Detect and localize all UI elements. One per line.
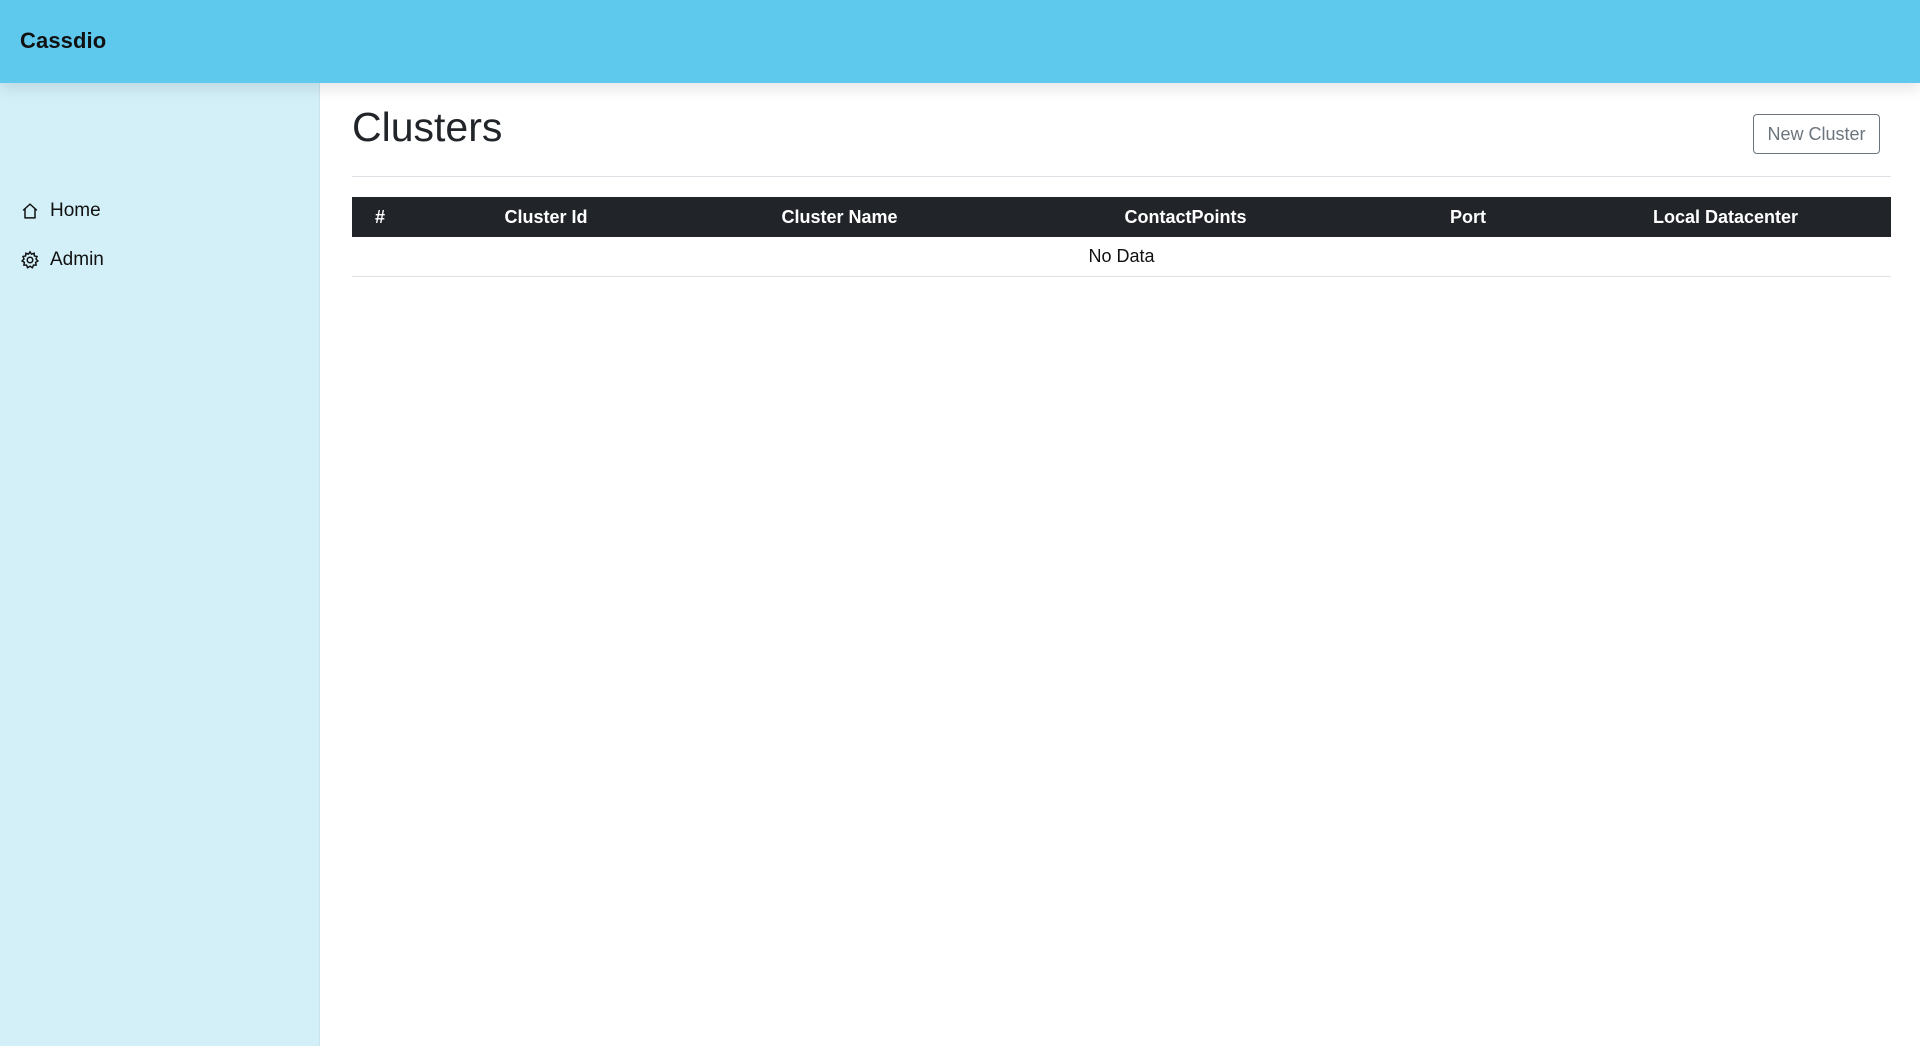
app-root: Cassdio Home Admin Clusters New Cluster … bbox=[0, 0, 1920, 1046]
column-header-port: Port bbox=[1450, 206, 1486, 227]
top-navbar: Cassdio bbox=[0, 0, 1920, 83]
brand-logo[interactable]: Cassdio bbox=[20, 28, 106, 54]
sidebar-item-label: Home bbox=[50, 200, 101, 221]
column-header-index: # bbox=[374, 206, 385, 227]
clusters-table: # Cluster Id Cluster Name ContactPoints … bbox=[352, 197, 1891, 277]
home-icon bbox=[20, 201, 40, 221]
empty-table-message: No Data bbox=[352, 237, 1891, 277]
title-divider bbox=[352, 176, 1891, 177]
table-header-row: # Cluster Id Cluster Name ContactPoints … bbox=[352, 197, 1891, 237]
table-row: No Data bbox=[352, 237, 1891, 277]
column-header-contact-points: ContactPoints bbox=[1124, 206, 1247, 227]
sidebar-item-home[interactable]: Home bbox=[20, 194, 101, 228]
column-header-local-datacenter: Local Datacenter bbox=[1652, 206, 1799, 227]
sidebar-item-admin[interactable]: Admin bbox=[20, 243, 104, 277]
sidebar-item-label: Admin bbox=[50, 249, 104, 270]
main-content: Clusters New Cluster # Cluster Id Cluste… bbox=[321, 83, 1920, 1046]
page-title: Clusters bbox=[352, 104, 503, 150]
column-header-cluster-id: Cluster Id bbox=[504, 206, 588, 227]
gear-icon bbox=[20, 250, 40, 270]
sidebar: Home Admin bbox=[0, 83, 320, 1046]
column-header-cluster-name: Cluster Name bbox=[781, 206, 898, 227]
new-cluster-button[interactable]: New Cluster bbox=[1753, 114, 1880, 154]
